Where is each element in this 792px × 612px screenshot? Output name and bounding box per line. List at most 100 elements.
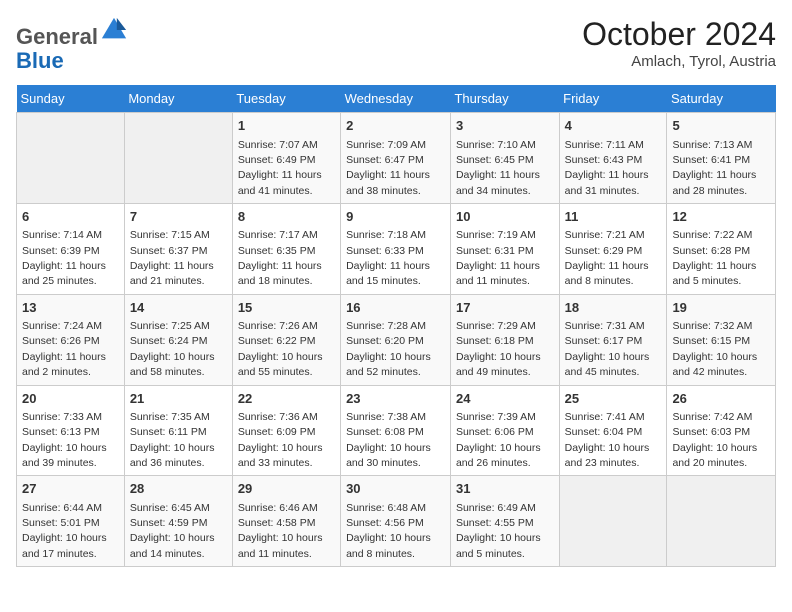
day-number: 8 — [238, 208, 335, 226]
calendar-body: 1 Sunrise: 7:07 AM Sunset: 6:49 PM Daylig… — [17, 113, 776, 567]
calendar-cell: 19 Sunrise: 7:32 AM Sunset: 6:15 PM Dayli… — [667, 294, 776, 385]
weekday-label: Thursday — [450, 85, 559, 113]
calendar-cell: 8Sunrise: 7:17 AM Sunset: 6:35 PM Daylig… — [232, 204, 340, 295]
day-number: 25 — [565, 390, 662, 408]
weekday-label: Saturday — [667, 85, 776, 113]
day-number: 18 — [565, 299, 662, 317]
month-year: October 2024 — [582, 16, 776, 53]
day-info: Sunrise: 7:41 AM Sunset: 6:04 PM Dayligh… — [565, 411, 650, 469]
calendar-week-row: 6 Sunrise: 7:14 AM Sunset: 6:39 PM Daylig… — [17, 204, 776, 295]
calendar-cell: 21 Sunrise: 7:35 AM Sunset: 6:11 PM Dayli… — [124, 385, 232, 476]
day-info: Sunrise: 7:19 AM Sunset: 6:31 PM Dayligh… — [456, 229, 540, 287]
day-info: Sunrise: 7:24 AM Sunset: 6:26 PM Dayligh… — [22, 320, 106, 378]
day-number: 10 — [456, 208, 554, 226]
day-number: 3 — [456, 117, 554, 135]
calendar-cell: 6 Sunrise: 7:14 AM Sunset: 6:39 PM Daylig… — [17, 204, 125, 295]
calendar-week-row: 27 Sunrise: 6:44 AM Sunset: 5:01 PM Dayli… — [17, 476, 776, 567]
weekday-label: Tuesday — [232, 85, 340, 113]
day-number: 26 — [672, 390, 770, 408]
day-info: Sunrise: 7:35 AM Sunset: 6:11 PM Dayligh… — [130, 411, 215, 469]
day-number: 27 — [22, 480, 119, 498]
day-number: 5 — [672, 117, 770, 135]
day-info: Sunrise: 7:29 AM Sunset: 6:18 PM Dayligh… — [456, 320, 541, 378]
calendar-cell: 31 Sunrise: 6:49 AM Sunset: 4:55 PM Dayli… — [450, 476, 559, 567]
day-info: Sunrise: 6:45 AM Sunset: 4:59 PM Dayligh… — [130, 502, 215, 560]
day-info: Sunrise: 7:14 AM Sunset: 6:39 PM Dayligh… — [22, 229, 106, 287]
day-info: Sunrise: 7:33 AM Sunset: 6:13 PM Dayligh… — [22, 411, 107, 469]
weekday-label: Friday — [559, 85, 667, 113]
calendar-week-row: 1 Sunrise: 7:07 AM Sunset: 6:49 PM Daylig… — [17, 113, 776, 204]
day-info: Sunrise: 7:26 AM Sunset: 6:22 PM Dayligh… — [238, 320, 323, 378]
day-number: 12 — [672, 208, 770, 226]
calendar-table: SundayMondayTuesdayWednesdayThursdayFrid… — [16, 85, 776, 567]
calendar-cell: 22Sunrise: 7:36 AM Sunset: 6:09 PM Dayli… — [232, 385, 340, 476]
day-number: 15 — [238, 299, 335, 317]
calendar-cell: 25 Sunrise: 7:41 AM Sunset: 6:04 PM Dayli… — [559, 385, 667, 476]
calendar-cell: 24 Sunrise: 7:39 AM Sunset: 6:06 PM Dayli… — [450, 385, 559, 476]
day-number: 1 — [238, 117, 335, 135]
day-number: 28 — [130, 480, 227, 498]
calendar-cell: 29 Sunrise: 6:46 AM Sunset: 4:58 PM Dayli… — [232, 476, 340, 567]
logo-icon — [100, 16, 128, 44]
calendar-cell: 9 Sunrise: 7:18 AM Sunset: 6:33 PM Daylig… — [341, 204, 451, 295]
logo-blue: Blue — [16, 48, 64, 73]
day-info: Sunrise: 7:15 AM Sunset: 6:37 PM Dayligh… — [130, 229, 214, 287]
day-number: 11 — [565, 208, 662, 226]
day-number: 16 — [346, 299, 445, 317]
calendar-cell — [124, 113, 232, 204]
day-info: Sunrise: 7:36 AM Sunset: 6:09 PM Dayligh… — [238, 411, 323, 469]
day-number: 17 — [456, 299, 554, 317]
day-info: Sunrise: 6:46 AM Sunset: 4:58 PM Dayligh… — [238, 502, 323, 560]
calendar-cell — [559, 476, 667, 567]
day-info: Sunrise: 7:09 AM Sunset: 6:47 PM Dayligh… — [346, 139, 430, 197]
day-info: Sunrise: 6:49 AM Sunset: 4:55 PM Dayligh… — [456, 502, 541, 560]
day-info: Sunrise: 7:10 AM Sunset: 6:45 PM Dayligh… — [456, 139, 540, 197]
logo-general: General — [16, 24, 98, 49]
day-info: Sunrise: 7:42 AM Sunset: 6:03 PM Dayligh… — [672, 411, 757, 469]
day-number: 24 — [456, 390, 554, 408]
day-number: 31 — [456, 480, 554, 498]
calendar-week-row: 20Sunrise: 7:33 AM Sunset: 6:13 PM Dayli… — [17, 385, 776, 476]
weekday-header-row: SundayMondayTuesdayWednesdayThursdayFrid… — [17, 85, 776, 113]
day-info: Sunrise: 7:28 AM Sunset: 6:20 PM Dayligh… — [346, 320, 431, 378]
calendar-cell: 1 Sunrise: 7:07 AM Sunset: 6:49 PM Daylig… — [232, 113, 340, 204]
day-number: 30 — [346, 480, 445, 498]
day-info: Sunrise: 7:11 AM Sunset: 6:43 PM Dayligh… — [565, 139, 649, 197]
calendar-cell: 18 Sunrise: 7:31 AM Sunset: 6:17 PM Dayli… — [559, 294, 667, 385]
calendar-cell: 26 Sunrise: 7:42 AM Sunset: 6:03 PM Dayli… — [667, 385, 776, 476]
day-number: 7 — [130, 208, 227, 226]
location: Amlach, Tyrol, Austria — [582, 53, 776, 70]
day-info: Sunrise: 7:31 AM Sunset: 6:17 PM Dayligh… — [565, 320, 650, 378]
calendar-cell — [17, 113, 125, 204]
day-number: 29 — [238, 480, 335, 498]
day-number: 14 — [130, 299, 227, 317]
calendar-cell: 2Sunrise: 7:09 AM Sunset: 6:47 PM Daylig… — [341, 113, 451, 204]
day-info: Sunrise: 7:25 AM Sunset: 6:24 PM Dayligh… — [130, 320, 215, 378]
calendar-cell: 23 Sunrise: 7:38 AM Sunset: 6:08 PM Dayli… — [341, 385, 451, 476]
weekday-label: Sunday — [17, 85, 125, 113]
day-info: Sunrise: 7:07 AM Sunset: 6:49 PM Dayligh… — [238, 139, 322, 197]
day-number: 23 — [346, 390, 445, 408]
weekday-label: Wednesday — [341, 85, 451, 113]
calendar-cell: 28 Sunrise: 6:45 AM Sunset: 4:59 PM Dayli… — [124, 476, 232, 567]
day-number: 21 — [130, 390, 227, 408]
day-info: Sunrise: 7:32 AM Sunset: 6:15 PM Dayligh… — [672, 320, 757, 378]
calendar-cell — [667, 476, 776, 567]
calendar-cell: 7 Sunrise: 7:15 AM Sunset: 6:37 PM Daylig… — [124, 204, 232, 295]
calendar-cell: 27 Sunrise: 6:44 AM Sunset: 5:01 PM Dayli… — [17, 476, 125, 567]
calendar-cell: 14 Sunrise: 7:25 AM Sunset: 6:24 PM Dayli… — [124, 294, 232, 385]
day-info: Sunrise: 7:18 AM Sunset: 6:33 PM Dayligh… — [346, 229, 430, 287]
calendar-cell: 15 Sunrise: 7:26 AM Sunset: 6:22 PM Dayli… — [232, 294, 340, 385]
calendar-cell: 16 Sunrise: 7:28 AM Sunset: 6:20 PM Dayli… — [341, 294, 451, 385]
day-info: Sunrise: 7:39 AM Sunset: 6:06 PM Dayligh… — [456, 411, 541, 469]
day-info: Sunrise: 7:13 AM Sunset: 6:41 PM Dayligh… — [672, 139, 756, 197]
calendar-cell: 13Sunrise: 7:24 AM Sunset: 6:26 PM Dayli… — [17, 294, 125, 385]
day-number: 6 — [22, 208, 119, 226]
calendar-cell: 5 Sunrise: 7:13 AM Sunset: 6:41 PM Daylig… — [667, 113, 776, 204]
day-number: 19 — [672, 299, 770, 317]
day-info: Sunrise: 6:44 AM Sunset: 5:01 PM Dayligh… — [22, 502, 107, 560]
day-number: 9 — [346, 208, 445, 226]
day-info: Sunrise: 7:38 AM Sunset: 6:08 PM Dayligh… — [346, 411, 431, 469]
calendar-week-row: 13Sunrise: 7:24 AM Sunset: 6:26 PM Dayli… — [17, 294, 776, 385]
day-info: Sunrise: 6:48 AM Sunset: 4:56 PM Dayligh… — [346, 502, 431, 560]
